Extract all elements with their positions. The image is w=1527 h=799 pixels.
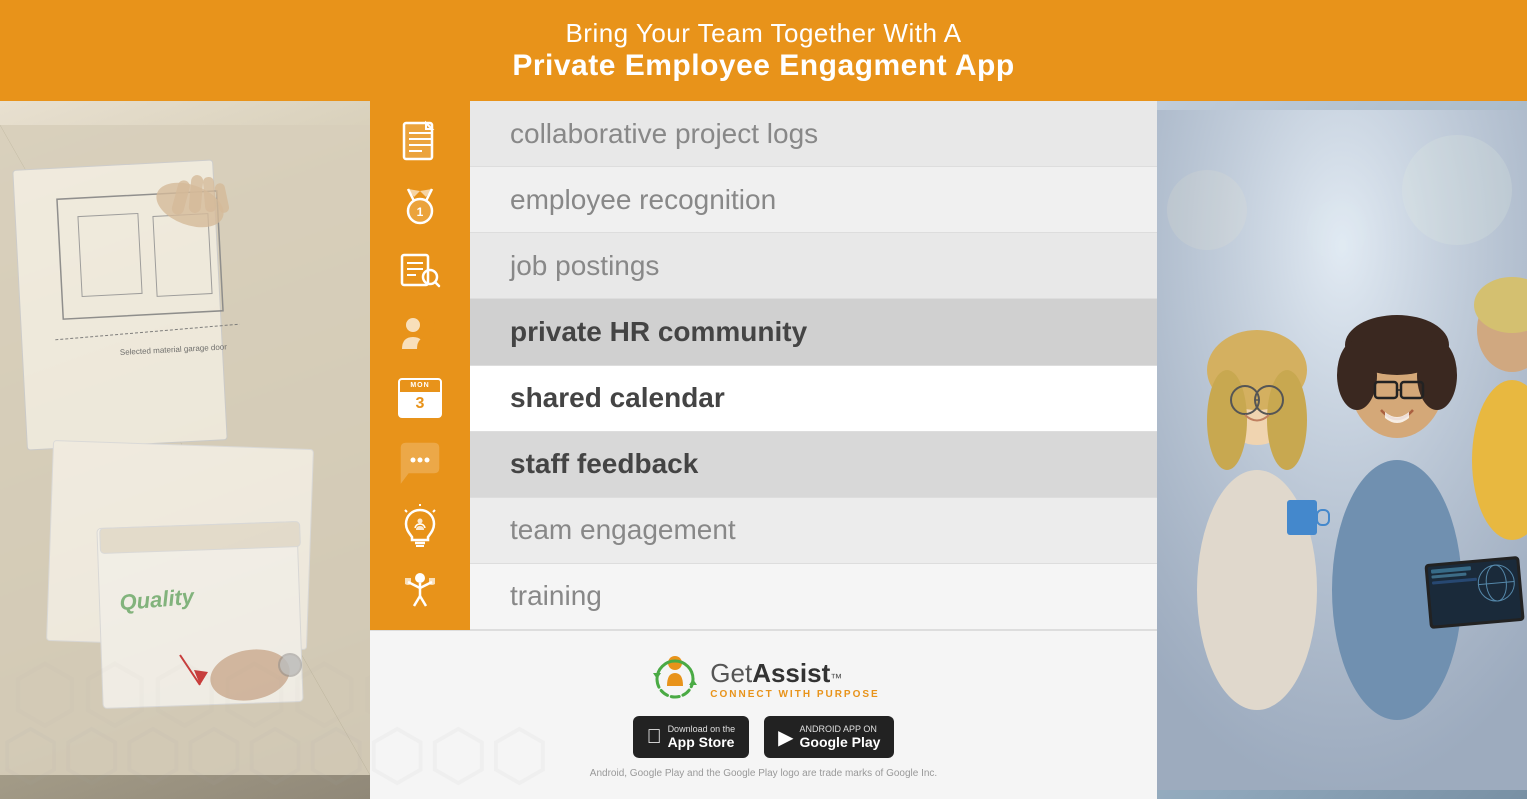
google-play-bottom-label: Google Play [800, 734, 881, 750]
features-section: 1 [370, 101, 1157, 630]
feature-list: collaborative project logs employee reco… [470, 101, 1157, 630]
brand-logo: GetAssist™ CONNECT WITH PURPOSE [647, 651, 879, 706]
feature-label-collaborative: collaborative project logs [510, 118, 818, 150]
brand-trademark: ™ [830, 671, 842, 685]
disclaimer-text: Android, Google Play and the Google Play… [590, 768, 937, 779]
hex-pattern: ⬡⬡⬡⬡⬡⬡ [0, 101, 370, 751]
center-panel: 1 [370, 101, 1157, 799]
apple-store-button[interactable]:  Download on the App Store [633, 716, 750, 758]
page-header: Bring Your Team Together With A Private … [0, 0, 1527, 101]
google-play-button[interactable]: ▶ ANDROID APP ON Google Play [764, 716, 894, 758]
calendar-day: MON [400, 380, 440, 392]
right-photo-bg [1157, 101, 1527, 799]
store-buttons:  Download on the App Store ▶ ANDROID AP… [633, 716, 895, 758]
feature-label-staff-feedback: staff feedback [510, 448, 698, 480]
feature-label-private-hr: private HR community [510, 316, 807, 348]
bottom-section: ⬡⬡⬡⬡⬡⬡⬡⬡⬡ GetAssist™ [370, 630, 1157, 799]
svg-text:⬡⬡⬡⬡⬡⬡⬡⬡⬡: ⬡⬡⬡⬡⬡⬡⬡⬡⬡ [370, 716, 550, 794]
apple-store-bottom-label: App Store [668, 734, 736, 750]
main-content: Selected material garage door Quality [0, 101, 1527, 799]
feature-row-staff-feedback: staff feedback [470, 432, 1157, 498]
medal-icon: 1 [390, 175, 450, 235]
feature-row-employee-recognition: employee recognition [470, 167, 1157, 233]
apple-icon:  [647, 726, 662, 749]
icon-column: 1 [370, 101, 470, 630]
chat-icon [390, 432, 450, 492]
svg-text:⬡⬡⬡⬡⬡⬡: ⬡⬡⬡⬡⬡⬡ [10, 649, 370, 738]
header-line2: Private Employee Engagment App [10, 49, 1517, 83]
feature-row-collaborative: collaborative project logs [470, 101, 1157, 167]
right-photo [1157, 101, 1527, 799]
google-play-top-label: ANDROID APP ON [800, 724, 881, 734]
brand-text: GetAssist™ CONNECT WITH PURPOSE [710, 658, 879, 700]
lightbulb-icon [390, 496, 450, 556]
feature-label-team-engagement: team engagement [510, 514, 736, 546]
feature-row-team-engagement: team engagement [470, 498, 1157, 564]
brand-tagline: CONNECT WITH PURPOSE [710, 689, 879, 700]
apple-store-top-label: Download on the [668, 724, 736, 734]
brand-name-part2: Assist [752, 658, 830, 689]
brand-name-part1: Get [710, 658, 752, 689]
feature-label-training: training [510, 580, 602, 612]
feature-label-job-postings: job postings [510, 250, 659, 282]
training-icon [390, 560, 450, 620]
feature-label-shared-calendar: shared calendar [510, 382, 725, 414]
logo-icon [647, 651, 702, 706]
left-photo: Selected material garage door Quality [0, 101, 370, 799]
calendar-icon: MON 3 [390, 368, 450, 428]
google-play-icon: ▶ [778, 725, 793, 750]
feature-row-private-hr: private HR community [470, 299, 1157, 365]
feature-label-employee-recognition: employee recognition [510, 184, 776, 216]
document-icon [390, 111, 450, 171]
feature-row-shared-calendar: shared calendar [470, 366, 1157, 432]
feature-row-training: training [470, 564, 1157, 630]
svg-text:1: 1 [417, 205, 424, 219]
header-line1: Bring Your Team Together With A [10, 18, 1517, 49]
search-document-icon [390, 239, 450, 299]
calendar-date: 3 [400, 392, 440, 416]
feature-row-job-postings: job postings [470, 233, 1157, 299]
people-icon [390, 303, 450, 363]
